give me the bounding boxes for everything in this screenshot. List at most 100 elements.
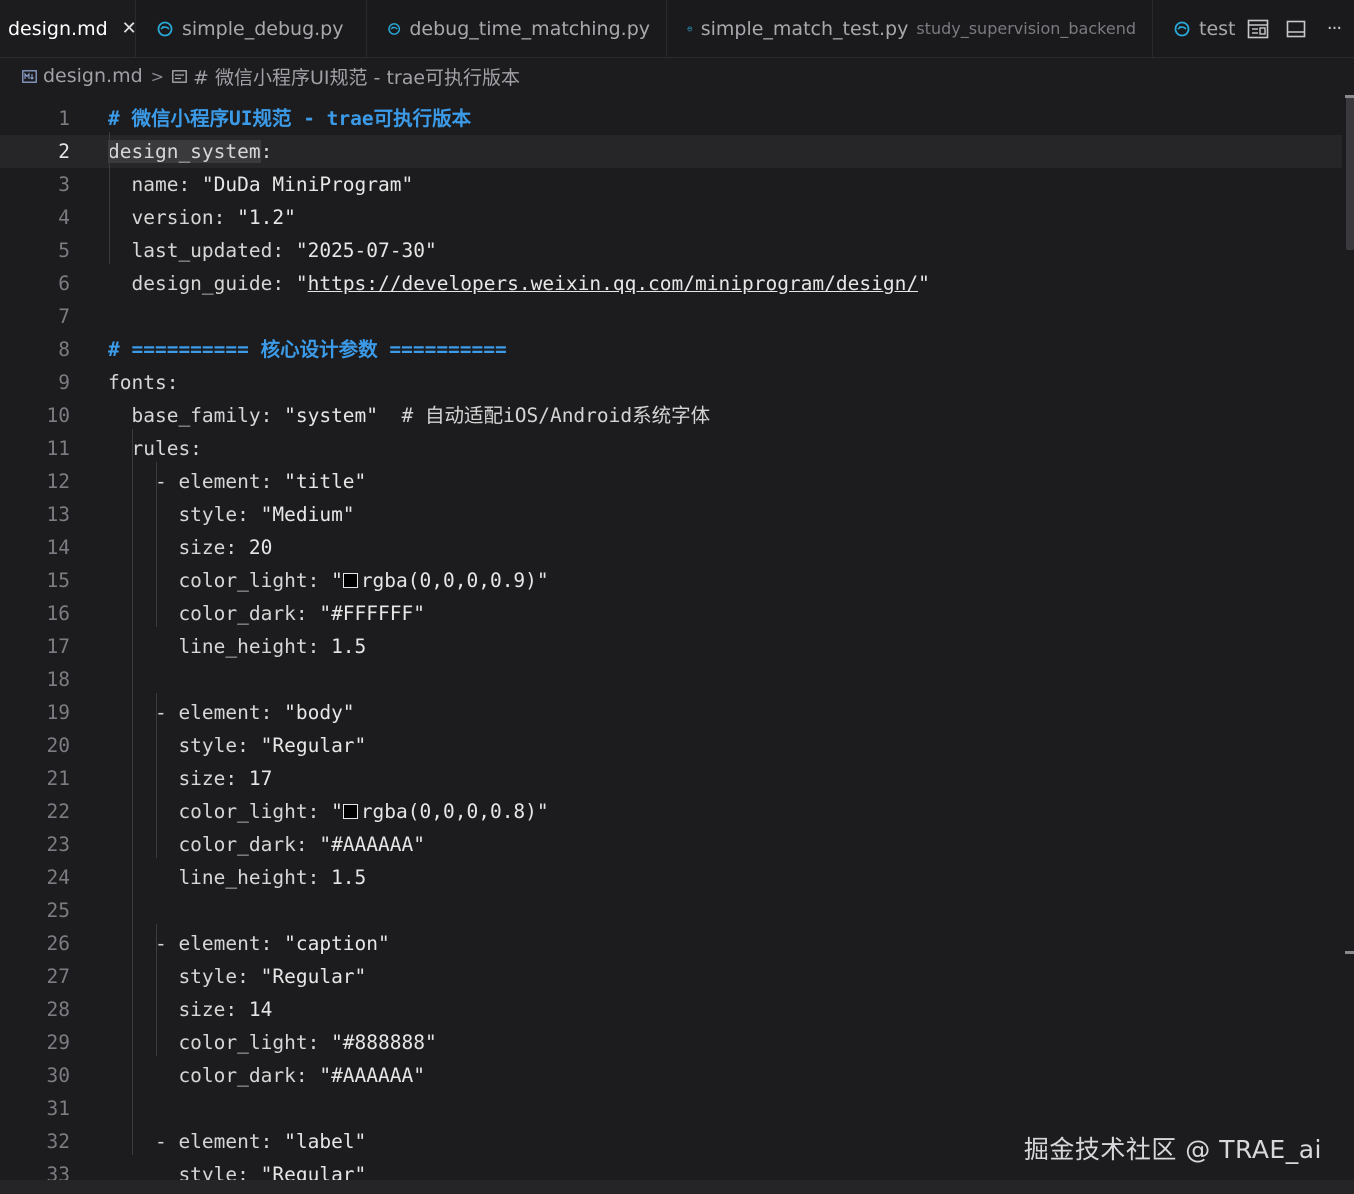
code-line[interactable]: 2 design_system: — [0, 135, 1342, 168]
code-line[interactable]: 26 - element: "caption" — [0, 927, 1342, 960]
code-token: fonts: — [108, 371, 179, 394]
code-token: color_light: — [108, 800, 332, 823]
line-number: 26 — [46, 932, 70, 955]
code-line[interactable]: 25 — [0, 894, 1342, 927]
code-token: version: — [108, 206, 238, 229]
code-line[interactable]: 30 color_dark: "#AAAAAA" — [0, 1059, 1342, 1092]
horizontal-scrollbar[interactable] — [0, 1180, 1354, 1194]
tab-simple-match-test[interactable]: simple_match_test.py study_supervision_b… — [667, 0, 1153, 57]
tab-label: simple_match_test.py — [700, 17, 909, 40]
code-token: design_guide: — [108, 272, 296, 295]
line-number: 31 — [46, 1097, 70, 1120]
code-line[interactable]: 31 — [0, 1092, 1342, 1125]
tab-debug-time-matching[interactable]: debug_time_matching.py — [367, 0, 667, 57]
python-file-icon — [687, 26, 693, 31]
code-token: "caption" — [284, 932, 390, 955]
tab-test[interactable]: test — [1153, 0, 1252, 57]
code-token: style: — [108, 1163, 261, 1180]
line-number: 18 — [46, 668, 70, 691]
code-line[interactable]: 16 color_dark: "#FFFFFF" — [0, 597, 1342, 630]
line-number: 7 — [58, 305, 70, 328]
more-icon[interactable]: ··· — [1322, 17, 1346, 41]
breadcrumb-file[interactable]: design.md — [22, 65, 143, 87]
close-icon[interactable]: ✕ — [122, 18, 137, 39]
tab-description: study_supervision_backend — [916, 19, 1136, 38]
line-number: 22 — [46, 800, 70, 823]
code-token: "#888888" — [331, 1031, 437, 1054]
line-number: 25 — [46, 899, 70, 922]
code-token: "1.2" — [237, 206, 296, 229]
code-line[interactable]: 10 base_family: "system" # 自动适配iOS/Andro… — [0, 399, 1342, 432]
tab-simple-debug[interactable]: simple_debug.py — [136, 0, 367, 57]
code-line[interactable]: 29 color_light: "#888888" — [0, 1026, 1342, 1059]
tab-label: design.md — [8, 17, 108, 40]
color-swatch-icon[interactable] — [342, 804, 358, 819]
code-token: 17 — [248, 767, 273, 790]
code-line[interactable]: 20 style: "Regular" — [0, 729, 1342, 762]
split-editor-icon[interactable] — [1284, 17, 1308, 41]
indent-guide — [109, 132, 110, 264]
code-token: " — [295, 272, 308, 295]
code-line[interactable]: 19 - element: "body" — [0, 696, 1342, 729]
code-token: "#AAAAAA" — [319, 1064, 425, 1087]
breadcrumb-separator: > — [150, 66, 165, 86]
code-text: style: "Regular" — [108, 729, 366, 762]
line-number: 8 — [58, 338, 70, 361]
code-line[interactable]: 21 size: 17 — [0, 762, 1342, 795]
code-line[interactable]: 4 version: "1.2" — [0, 201, 1342, 234]
color-swatch-icon[interactable] — [342, 573, 358, 588]
code-line[interactable]: 23 color_dark: "#AAAAAA" — [0, 828, 1342, 861]
code-line[interactable]: 18 — [0, 663, 1342, 696]
code-token: color_dark: — [108, 1064, 320, 1087]
code-line[interactable]: 27 style: "Regular" — [0, 960, 1342, 993]
code-line[interactable]: 17 line_height: 1.5 — [0, 630, 1342, 663]
code-token: "Regular" — [260, 734, 367, 757]
code-text: - element: "title" — [108, 465, 366, 498]
code-line[interactable]: 9 fonts: — [0, 366, 1342, 399]
breadcrumb-file-label: design.md — [43, 65, 143, 87]
code-line[interactable]: 3 name: "DuDa MiniProgram" — [0, 168, 1342, 201]
editor-actions: ··· — [1246, 0, 1354, 57]
markdown-file-icon — [22, 69, 37, 83]
code-line[interactable]: 8 # ========== 核心设计参数 ========== — [0, 333, 1342, 366]
code-line[interactable]: 6 design_guide: "https://developers.weix… — [0, 267, 1342, 300]
scrollbar-thumb[interactable] — [1346, 95, 1354, 250]
breadcrumb-section-label: # 微信小程序UI规范 - trae可执行版本 — [193, 66, 521, 89]
code-line[interactable]: 11 rules: — [0, 432, 1342, 465]
code-token: "title" — [284, 470, 367, 493]
code-line[interactable]: 15 color_light: " rgba(0,0,0,0.9)" — [0, 564, 1342, 597]
code-text: fonts: — [108, 366, 178, 399]
code-token: 1.5 — [331, 866, 367, 889]
code-text: base_family: "system" # 自动适配iOS/Android系… — [108, 399, 710, 432]
code-editor[interactable]: 1 # 微信小程序UI规范 - trae可执行版本 2 design_system: 3… — [0, 102, 1342, 1180]
code-line[interactable]: 12 - element: "title" — [0, 465, 1342, 498]
code-token: https://developers.weixin.qq.com/minipro… — [307, 272, 919, 295]
code-line[interactable]: 28 size: 14 — [0, 993, 1342, 1026]
code-line[interactable]: 22 color_light: " rgba(0,0,0,0.8)" — [0, 795, 1342, 828]
code-token: design_system — [108, 140, 261, 163]
line-number: 5 — [58, 239, 70, 262]
indent-guide — [156, 693, 157, 858]
code-text: line_height: 1.5 — [108, 861, 366, 894]
code-line[interactable]: 14 size: 20 — [0, 531, 1342, 564]
code-line[interactable]: 24 line_height: 1.5 — [0, 861, 1342, 894]
tab-design-md[interactable]: design.md ✕ — [0, 0, 137, 57]
tab-bar: design.md ✕ simple_debug.py debug_time_m… — [0, 0, 1354, 58]
layout-preview-icon[interactable] — [1246, 17, 1270, 41]
code-token: 1.5 — [331, 635, 367, 658]
code-line[interactable]: 1 # 微信小程序UI规范 - trae可执行版本 — [0, 102, 1342, 135]
indent-guide — [132, 429, 133, 1155]
vertical-scrollbar[interactable] — [1344, 95, 1354, 1180]
code-text: design_system: — [108, 135, 272, 168]
code-token: # 微信小程序UI规范 - trae可执行版本 — [108, 107, 472, 130]
code-line[interactable]: 13 style: "Medium" — [0, 498, 1342, 531]
code-line[interactable]: 7 — [0, 300, 1342, 333]
line-number: 30 — [46, 1064, 70, 1087]
code-text: - element: "body" — [108, 696, 355, 729]
code-token: " — [918, 272, 930, 295]
code-token: "Regular" — [260, 965, 367, 988]
breadcrumb-section[interactable]: # 微信小程序UI规范 - trae可执行版本 — [172, 63, 520, 90]
line-number: 24 — [46, 866, 70, 889]
code-token: name: — [108, 173, 202, 196]
code-line[interactable]: 5 last_updated: "2025-07-30" — [0, 234, 1342, 267]
